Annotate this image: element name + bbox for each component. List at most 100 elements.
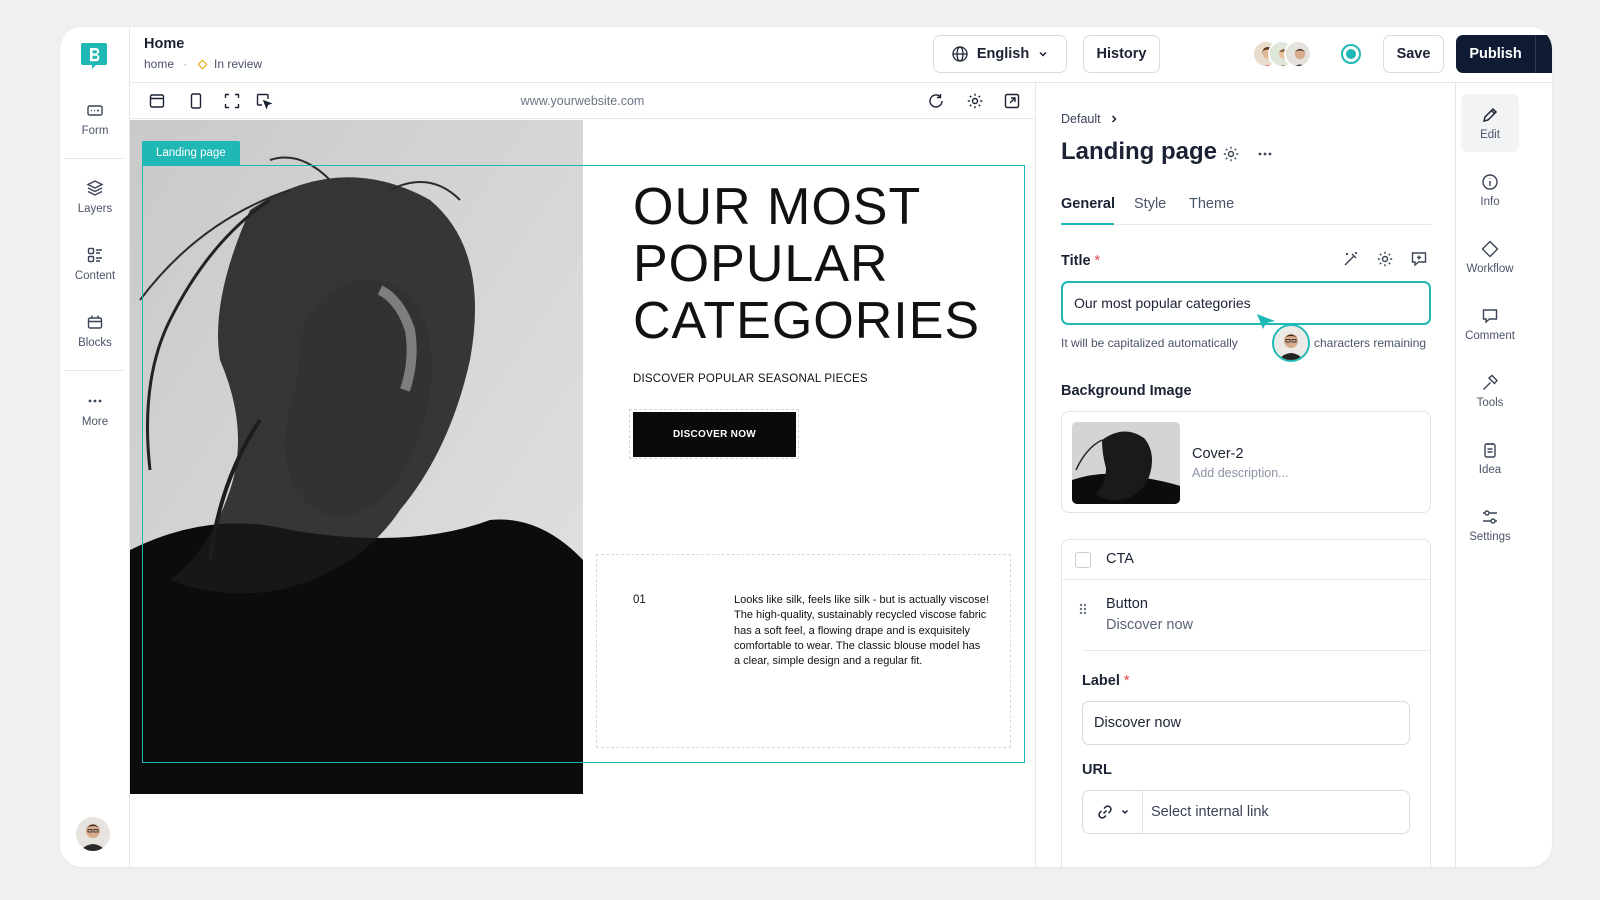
tab-style[interactable]: Style (1134, 196, 1166, 212)
rail-label: Info (1480, 196, 1500, 208)
field-label: Label (1082, 673, 1120, 689)
cta-header: CTA (1062, 540, 1430, 580)
hero-subtitle[interactable]: DISCOVER POPULAR SEASONAL PIECES (633, 373, 868, 385)
collaborator-avatar (1272, 324, 1310, 362)
open-external-icon[interactable] (1003, 92, 1021, 110)
breadcrumb[interactable]: Default (1061, 112, 1119, 126)
rail-label: Workflow (1466, 263, 1514, 275)
right-rail: Edit Info Workflow Comment Tools Idea Se… (1455, 83, 1552, 867)
cta-checkbox[interactable] (1075, 552, 1091, 568)
gear-icon[interactable] (1222, 145, 1240, 163)
background-image-name: Cover-2 (1192, 446, 1244, 462)
hero-title-line: POPULAR (633, 235, 889, 293)
tab-theme[interactable]: Theme (1189, 196, 1234, 212)
panel-title-actions (1222, 145, 1274, 163)
active-tab-indicator (1061, 223, 1114, 225)
history-button[interactable]: History (1083, 35, 1160, 73)
hero-title[interactable]: OUR MOST POPULAR CATEGORIES (633, 179, 980, 350)
rail-label: Blocks (78, 337, 112, 349)
cta-section: CTA Button Discover now Label * Discover … (1061, 539, 1431, 867)
item-description: Looks like silk, feels like silk - but i… (734, 594, 989, 668)
panel-tabs: General Style Theme (1061, 189, 1431, 225)
collaborator-avatars[interactable] (1252, 40, 1316, 68)
background-image-card[interactable]: Cover-2 Add description... (1061, 411, 1431, 513)
characters-remaining: characters remaining (1314, 336, 1427, 350)
workflow-icon (1481, 240, 1499, 258)
status-badge: In review (214, 57, 263, 71)
title-field-label: Title * (1061, 253, 1100, 269)
add-comment-icon[interactable] (1410, 250, 1428, 268)
rail-item-info[interactable]: Info (1461, 173, 1519, 208)
selection-tag[interactable]: Landing page (142, 141, 240, 165)
properties-panel: Default Landing page General Style Theme… (1035, 83, 1455, 867)
rail-label: Idea (1478, 464, 1502, 476)
rail-label: Comment (1465, 330, 1515, 342)
idea-icon (1484, 443, 1496, 458)
item-number: 01 (633, 594, 646, 606)
publish-button-group: Publish (1456, 35, 1552, 73)
meta-separator: · (183, 57, 188, 71)
rail-label: More (81, 416, 109, 428)
comment-icon (1482, 309, 1498, 324)
app-logo-icon[interactable] (80, 41, 108, 69)
label-input[interactable]: Discover now (1082, 701, 1410, 745)
tools-icon (1483, 374, 1498, 390)
save-button[interactable]: Save (1383, 35, 1444, 73)
more-icon (88, 399, 102, 403)
more-icon[interactable] (1256, 145, 1274, 163)
cta-button-type: Button (1106, 596, 1148, 612)
page-title: Home (144, 36, 185, 52)
editor-window: Form Layers Content Blocks More Home hom… (60, 27, 1552, 867)
save-label: Save (1396, 46, 1431, 62)
drag-handle-icon[interactable] (1078, 602, 1088, 616)
hero-image[interactable] (130, 120, 583, 794)
title-helper-text: It will be capitalized automatically (1061, 336, 1238, 350)
title-input[interactable]: Our most popular categories (1061, 281, 1431, 325)
user-avatar[interactable] (76, 817, 110, 851)
rail-label: Form (81, 125, 109, 137)
publish-options-button[interactable] (1536, 35, 1552, 73)
refresh-icon[interactable] (927, 92, 945, 110)
avatar (1284, 40, 1312, 68)
add-description-field[interactable]: Add description... (1192, 466, 1289, 480)
page-meta: home · In review (144, 57, 262, 71)
rail-item-layers[interactable]: Layers (60, 179, 130, 215)
language-select[interactable]: English (933, 35, 1067, 73)
link-type-select[interactable] (1083, 791, 1143, 833)
rail-item-edit[interactable]: Edit (1461, 106, 1519, 141)
chevron-right-icon (1111, 115, 1117, 123)
panel-title: Landing page (1061, 138, 1217, 165)
background-image-label: Background Image (1061, 383, 1192, 399)
collaborator-cursor-icon (1257, 314, 1275, 329)
layers-icon (86, 180, 104, 196)
rail-item-settings[interactable]: Settings (1461, 508, 1519, 543)
magic-wand-icon[interactable] (1342, 250, 1360, 268)
url-input[interactable]: Select internal link (1082, 790, 1410, 834)
rail-item-content[interactable]: Content (60, 246, 130, 282)
rail-divider (64, 370, 124, 371)
rail-item-form[interactable]: Form (60, 101, 130, 137)
content-icon (87, 247, 102, 263)
gear-icon[interactable] (1376, 250, 1394, 268)
rail-divider (64, 158, 124, 159)
tab-general[interactable]: General (1061, 196, 1115, 212)
live-status-icon (1341, 44, 1361, 64)
link-icon (1097, 805, 1112, 819)
rail-item-more[interactable]: More (60, 392, 130, 428)
rail-label: Edit (1480, 129, 1500, 141)
gear-icon[interactable] (966, 92, 984, 110)
rail-item-tools[interactable]: Tools (1461, 374, 1519, 409)
chevron-down-icon (1039, 51, 1047, 57)
rail-item-blocks[interactable]: Blocks (60, 313, 130, 349)
rail-item-comment[interactable]: Comment (1461, 307, 1519, 342)
left-rail: Form Layers Content Blocks More (60, 27, 130, 867)
form-icon (87, 105, 103, 116)
canvas-toolbar: www.yourwebsite.com (130, 83, 1035, 119)
divider (1082, 650, 1430, 651)
rail-item-idea[interactable]: Idea (1461, 441, 1519, 476)
field-label: Title (1061, 253, 1091, 269)
publish-button[interactable]: Publish (1456, 35, 1536, 73)
rail-item-workflow[interactable]: Workflow (1461, 240, 1519, 275)
discover-now-button[interactable]: DISCOVER NOW (633, 412, 796, 457)
review-status-icon (197, 59, 208, 69)
